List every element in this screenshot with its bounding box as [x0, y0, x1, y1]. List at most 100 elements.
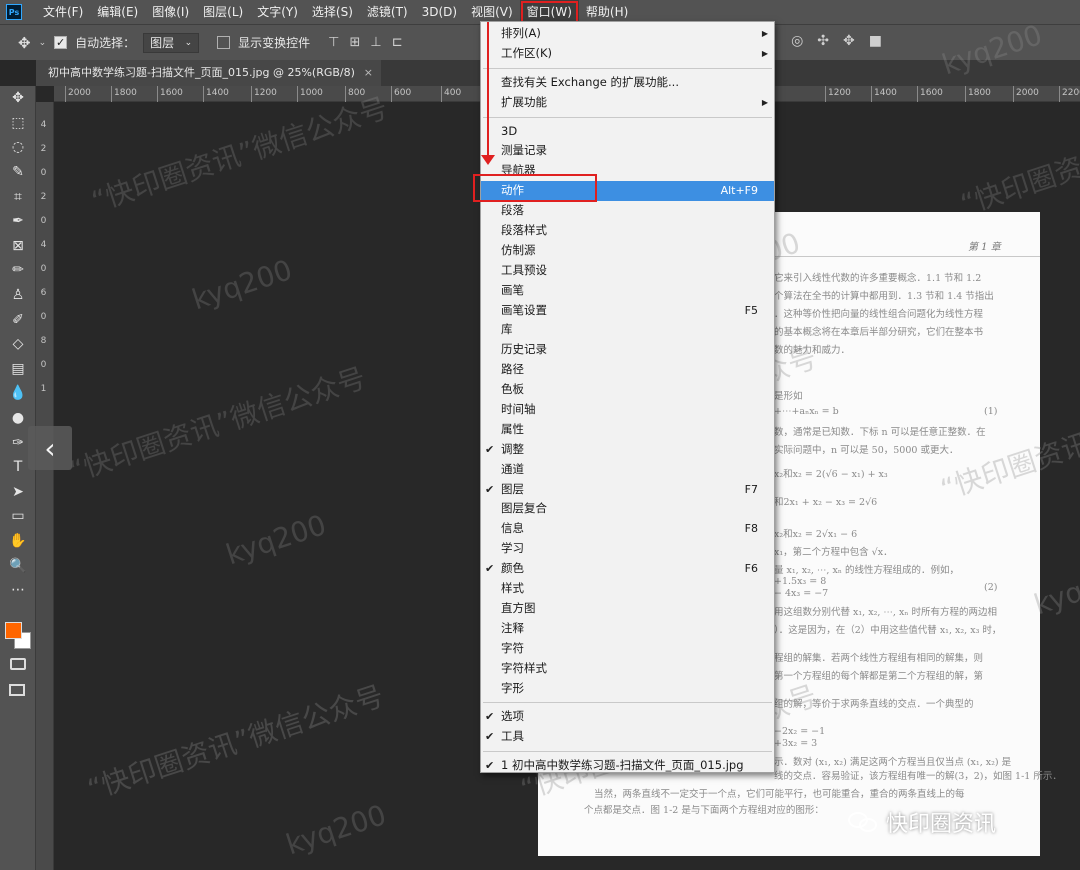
window-menu-item[interactable]: ✔ 颜色 F6	[481, 559, 774, 579]
crop-icon[interactable]: ⌗	[0, 184, 36, 209]
window-menu-item[interactable]: ✔ 选项	[481, 707, 774, 727]
window-menu-item[interactable]: 属性	[481, 420, 774, 440]
checkmark-icon: ✔	[485, 710, 495, 724]
ruler-tick: 0	[40, 312, 47, 322]
align-middle-icon[interactable]: ⊞	[349, 35, 360, 50]
screen-mode-icon[interactable]	[9, 684, 25, 696]
window-menu-item[interactable]: 字形	[481, 679, 774, 699]
hand-icon[interactable]: ✋	[0, 529, 36, 554]
window-menu-item[interactable]: 段落样式	[481, 221, 774, 241]
gradient-icon[interactable]: ▤	[0, 357, 36, 382]
window-menu-item-label: 库	[501, 322, 513, 337]
page-text-line: 组的解，等价于求两条直线的交点．一个典型的	[774, 699, 974, 710]
window-menu-item[interactable]: 样式	[481, 579, 774, 599]
frame-icon[interactable]: ⊠	[0, 234, 36, 259]
menu-2[interactable]: 图像(I)	[145, 0, 196, 24]
window-menu-item[interactable]: 画笔设置 F5	[481, 301, 774, 321]
window-menu-item[interactable]: 时间轴	[481, 400, 774, 420]
window-menu-item[interactable]: 字符样式	[481, 659, 774, 679]
checkmark-icon: ✔	[485, 482, 495, 496]
eraser-icon[interactable]: ◇	[0, 332, 36, 357]
window-menu-item[interactable]: 字符	[481, 639, 774, 659]
shortcut-label: F5	[744, 303, 758, 317]
window-menu-item[interactable]: 画笔	[481, 281, 774, 301]
window-menu-item[interactable]: 仿制源	[481, 241, 774, 261]
window-menu-item[interactable]: 信息 F8	[481, 519, 774, 539]
window-menu-item[interactable]: 排列(A) ▶	[481, 24, 774, 44]
window-menu-item[interactable]: ✔ 工具	[481, 727, 774, 747]
ruler-tick: 6	[40, 288, 47, 298]
page-text-line: x₂和x₂ = 2√x₁ − 6	[774, 529, 858, 540]
annotation-highlight-box	[473, 174, 597, 202]
window-menu-item[interactable]: 直方图	[481, 599, 774, 619]
align-top-icon[interactable]: ⊤	[328, 35, 339, 50]
menu-separator	[483, 702, 772, 704]
window-menu-item[interactable]: 测量记录	[481, 141, 774, 161]
menu-0[interactable]: 文件(F)	[36, 0, 90, 24]
align-left-icon[interactable]: ⊏	[392, 35, 403, 50]
window-menu-item[interactable]: 扩展功能 ▶	[481, 93, 774, 113]
auto-select-checkbox[interactable]: ✓	[54, 36, 68, 49]
page-text-line: +⋯+aₙxₙ = b	[774, 406, 839, 417]
stamp-icon[interactable]: ♙	[0, 283, 36, 308]
page-text-line: ．这种等价性把向量的线性组合问题化为线性方程	[774, 309, 984, 320]
previous-arrow-button[interactable]: ‹	[28, 426, 72, 470]
window-menu-item[interactable]: 路径	[481, 360, 774, 380]
move-tool-icon[interactable]: ✥	[18, 34, 31, 52]
3d-rotate-icon[interactable]: ◎	[791, 33, 803, 49]
window-menu-item[interactable]: 学习	[481, 539, 774, 559]
window-menu-item[interactable]: 历史记录	[481, 340, 774, 360]
ruler-tick: 0	[40, 264, 47, 274]
window-menu-item[interactable]: 工具预设	[481, 261, 774, 281]
show-transform-checkbox[interactable]	[217, 36, 231, 49]
quick-mask-icon[interactable]	[10, 658, 26, 670]
history-brush-icon[interactable]: ✐	[0, 307, 36, 332]
window-menu-item[interactable]: 注释	[481, 619, 774, 639]
menu-7[interactable]: 3D(D)	[415, 0, 464, 24]
lasso-icon[interactable]: ◌	[0, 135, 36, 160]
page-text-line: +1.5x₃ = 8	[774, 576, 827, 587]
ruler-tick: 1000	[297, 86, 323, 102]
auto-select-dropdown[interactable]: 图层 ⌄	[143, 32, 200, 53]
3d-pan-icon[interactable]: ✥	[843, 33, 855, 49]
ruler-tick: 1600	[157, 86, 183, 102]
window-menu-item[interactable]: 3D	[481, 122, 774, 142]
3d-roll-icon[interactable]: ✣	[817, 33, 829, 49]
align-bottom-icon[interactable]: ⊥	[370, 35, 381, 50]
menu-4[interactable]: 文字(Y)	[250, 0, 305, 24]
more-icon[interactable]: ⋯	[0, 578, 36, 603]
close-tab-icon[interactable]: ×	[364, 60, 373, 86]
page-text-line: −2x₂ = −1	[774, 726, 826, 737]
page-text-line: (1)	[984, 406, 998, 417]
page-text-line: 当然，两条直线不一定交于一个点，它们可能平行，也可能重合，重合的两条直线上的每	[594, 789, 965, 800]
page-text-line: 实际问题中，n 可以是 50，5000 或更大．	[774, 445, 959, 456]
window-menu-item[interactable]: 工作区(K) ▶	[481, 44, 774, 64]
path-select-icon[interactable]: ➤	[0, 480, 36, 505]
submenu-arrow-icon: ▶	[761, 97, 768, 107]
menu-3[interactable]: 图层(L)	[196, 0, 250, 24]
window-menu-item[interactable]: 段落	[481, 201, 774, 221]
menu-6[interactable]: 滤镜(T)	[360, 0, 415, 24]
window-menu-item[interactable]: ✔ 调整	[481, 440, 774, 460]
tool-preset-chevron-icon[interactable]: ⌄	[39, 38, 47, 48]
eyedropper-icon[interactable]: ✒	[0, 209, 36, 234]
foreground-color-swatch[interactable]	[5, 622, 22, 639]
brush-icon[interactable]: ✏	[0, 258, 36, 283]
document-tab[interactable]: 初中高中数学练习题-扫描文件_页面_015.jpg @ 25%(RGB/8) ×	[36, 60, 381, 86]
window-menu-item[interactable]: ✔ 图层 F7	[481, 480, 774, 500]
window-menu-item[interactable]: 查找有关 Exchange 的扩展功能...	[481, 73, 774, 93]
rectangle-icon[interactable]: ▭	[0, 504, 36, 529]
quick-select-icon[interactable]: ✎	[0, 160, 36, 185]
window-menu-item[interactable]: 色板	[481, 380, 774, 400]
window-menu-item[interactable]: 图层复合	[481, 499, 774, 519]
window-menu-item[interactable]: 库	[481, 320, 774, 340]
menu-1[interactable]: 编辑(E)	[90, 0, 145, 24]
3d-video-icon[interactable]: ■	[869, 33, 882, 49]
marquee-icon[interactable]: ⬚	[0, 111, 36, 136]
blur-icon[interactable]: 💧	[0, 381, 36, 406]
window-menu-item[interactable]: 通道	[481, 460, 774, 480]
move-icon[interactable]: ✥	[0, 86, 36, 111]
zoom-icon[interactable]: 🔍	[0, 553, 36, 578]
window-menu-item[interactable]: ✔ 1 初中高中数学练习题-扫描文件_页面_015.jpg	[481, 756, 774, 776]
menu-5[interactable]: 选择(S)	[305, 0, 360, 24]
